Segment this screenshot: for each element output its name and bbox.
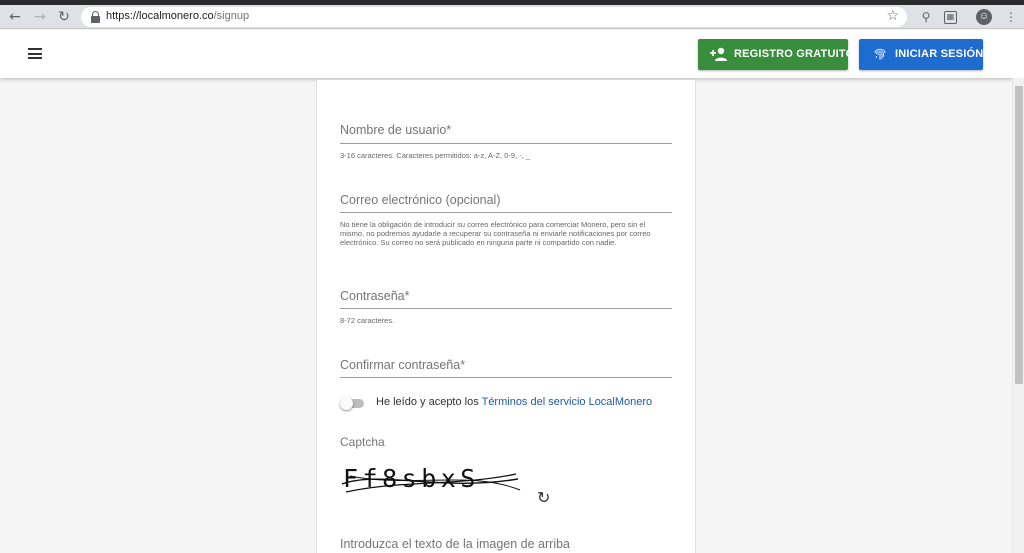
- url-host: https://localmonero.co: [106, 10, 214, 22]
- menu-dots-icon[interactable]: ⋮: [1003, 9, 1019, 25]
- password-field[interactable]: Contraseña*: [340, 289, 672, 309]
- password-placeholder: Contraseña*: [340, 289, 410, 303]
- browser-toolbar: ← → ↻ https://localmonero.co/signup ☆ ⚲ …: [0, 5, 1024, 29]
- page-scrollbar[interactable]: [1012, 78, 1024, 553]
- add-user-icon: [710, 47, 727, 61]
- email-placeholder: Correo electrónico (opcional): [340, 193, 501, 207]
- signup-form-card: Nombre de usuario* 3-16 caracteres. Cara…: [316, 80, 696, 553]
- captcha-input-placeholder[interactable]: Introduzca el texto de la imagen de arri…: [340, 537, 570, 551]
- lock-icon: [91, 11, 100, 23]
- email-field[interactable]: Correo electrónico (opcional): [340, 193, 672, 213]
- address-bar[interactable]: https://localmonero.co/signup ☆: [81, 7, 907, 27]
- username-underline: [340, 143, 672, 144]
- extension-pin-icon[interactable]: ⚲: [918, 9, 934, 25]
- captcha-refresh-icon[interactable]: ↻: [537, 490, 553, 506]
- username-field[interactable]: Nombre de usuario*: [340, 123, 672, 144]
- password-underline: [340, 308, 672, 309]
- captcha-label: Captcha: [340, 435, 385, 449]
- url-text: https://localmonero.co/signup: [106, 10, 249, 22]
- confirm-password-placeholder: Confirmar contraseña*: [340, 358, 466, 372]
- username-hint: 3-16 caracteres. Caracteres permitidos: …: [340, 151, 531, 160]
- terms-link[interactable]: Términos del servicio LocalMonero: [482, 396, 653, 408]
- reload-icon[interactable]: ↻: [55, 8, 73, 26]
- email-underline: [340, 212, 672, 213]
- login-button[interactable]: INICIAR SESIÓN: [859, 39, 983, 70]
- password-hint: 8-72 caracteres.: [340, 316, 395, 325]
- extension-box-icon[interactable]: ▦: [944, 11, 957, 24]
- confirm-password-field[interactable]: Confirmar contraseña*: [340, 358, 672, 378]
- username-placeholder: Nombre de usuario*: [340, 123, 452, 137]
- url-path: /signup: [213, 10, 250, 22]
- fingerprint-icon: [874, 48, 886, 60]
- toggle-knob: [340, 397, 353, 410]
- terms-prefix: He leído y acepto los: [376, 396, 482, 408]
- register-button-label: REGISTRO GRATUITO: [734, 48, 855, 60]
- confirm-password-underline: [340, 377, 672, 378]
- scrollbar-thumb[interactable]: [1015, 86, 1023, 384]
- hamburger-icon[interactable]: [28, 48, 42, 59]
- app-header: REGISTRO GRATUITO INICIAR SESIÓN: [0, 30, 1024, 78]
- login-button-label: INICIAR SESIÓN: [895, 48, 984, 60]
- terms-toggle[interactable]: [340, 397, 366, 410]
- register-button[interactable]: REGISTRO GRATUITO: [698, 39, 854, 70]
- captcha-image: Ff8sbxS: [341, 464, 521, 493]
- bookmark-star-icon[interactable]: ☆: [886, 8, 899, 24]
- terms-text: He leído y acepto los Términos del servi…: [376, 396, 652, 408]
- profile-avatar-icon[interactable]: ☺: [976, 9, 992, 25]
- forward-arrow-icon[interactable]: →: [31, 8, 49, 26]
- back-arrow-icon[interactable]: ←: [6, 8, 24, 26]
- email-hint: No tiene la obligación de introducir su …: [340, 220, 651, 247]
